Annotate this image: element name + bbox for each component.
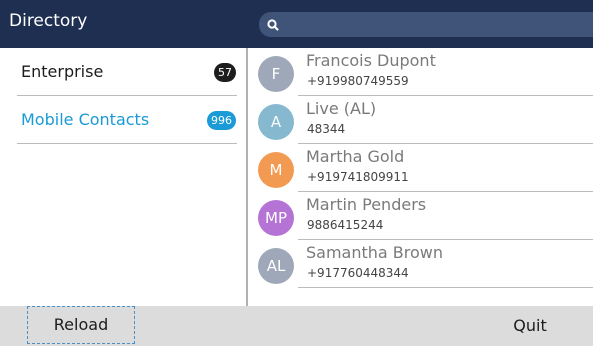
contact-number: +919741809911 — [307, 170, 409, 184]
contact-item[interactable]: M Martha Gold +919741809911 — [248, 144, 593, 192]
directory-item-label: Enterprise — [21, 62, 104, 81]
contact-item[interactable]: AL Samantha Brown +917760448344 — [248, 240, 593, 288]
avatar: F — [258, 56, 294, 92]
header-bar: Directory — [0, 0, 593, 48]
contact-number: +917760448344 — [307, 266, 409, 280]
directory-item-enterprise[interactable]: Enterprise 57 — [0, 48, 246, 96]
contact-number: 48344 — [307, 122, 346, 136]
contact-item[interactable]: MP Martin Penders 9886415244 — [248, 192, 593, 240]
directory-list: Enterprise 57 Mobile Contacts 996 — [0, 48, 246, 306]
page-title: Directory — [9, 11, 88, 31]
contact-name: Francois Dupont — [306, 51, 436, 70]
avatar: AL — [258, 248, 294, 284]
contact-name: Martin Penders — [306, 195, 427, 214]
avatar: A — [258, 104, 294, 140]
search-input[interactable] — [259, 12, 593, 37]
contact-number: 9886415244 — [307, 218, 384, 232]
divider — [298, 287, 593, 288]
directory-item-label: Mobile Contacts — [21, 110, 150, 129]
quit-button[interactable]: Quit — [490, 306, 570, 346]
contact-number: +919980749559 — [307, 74, 409, 88]
avatar: MP — [258, 200, 294, 236]
contact-name: Martha Gold — [306, 147, 405, 166]
contact-name: Samantha Brown — [306, 243, 444, 262]
directory-item-mobile-contacts[interactable]: Mobile Contacts 996 — [0, 96, 246, 144]
contact-name: Live (AL) — [306, 99, 377, 118]
softkey-bar: Reload Quit — [0, 306, 593, 346]
count-badge: 996 — [207, 111, 236, 130]
contact-item[interactable]: A Live (AL) 48344 — [248, 96, 593, 144]
reload-button[interactable]: Reload — [27, 306, 135, 344]
count-badge: 57 — [214, 63, 236, 82]
divider — [17, 143, 237, 144]
search-icon — [267, 19, 279, 31]
avatar: M — [258, 152, 294, 188]
contact-item[interactable]: F Francois Dupont +919980749559 — [248, 48, 593, 96]
contact-list: F Francois Dupont +919980749559 A Live (… — [248, 48, 593, 306]
